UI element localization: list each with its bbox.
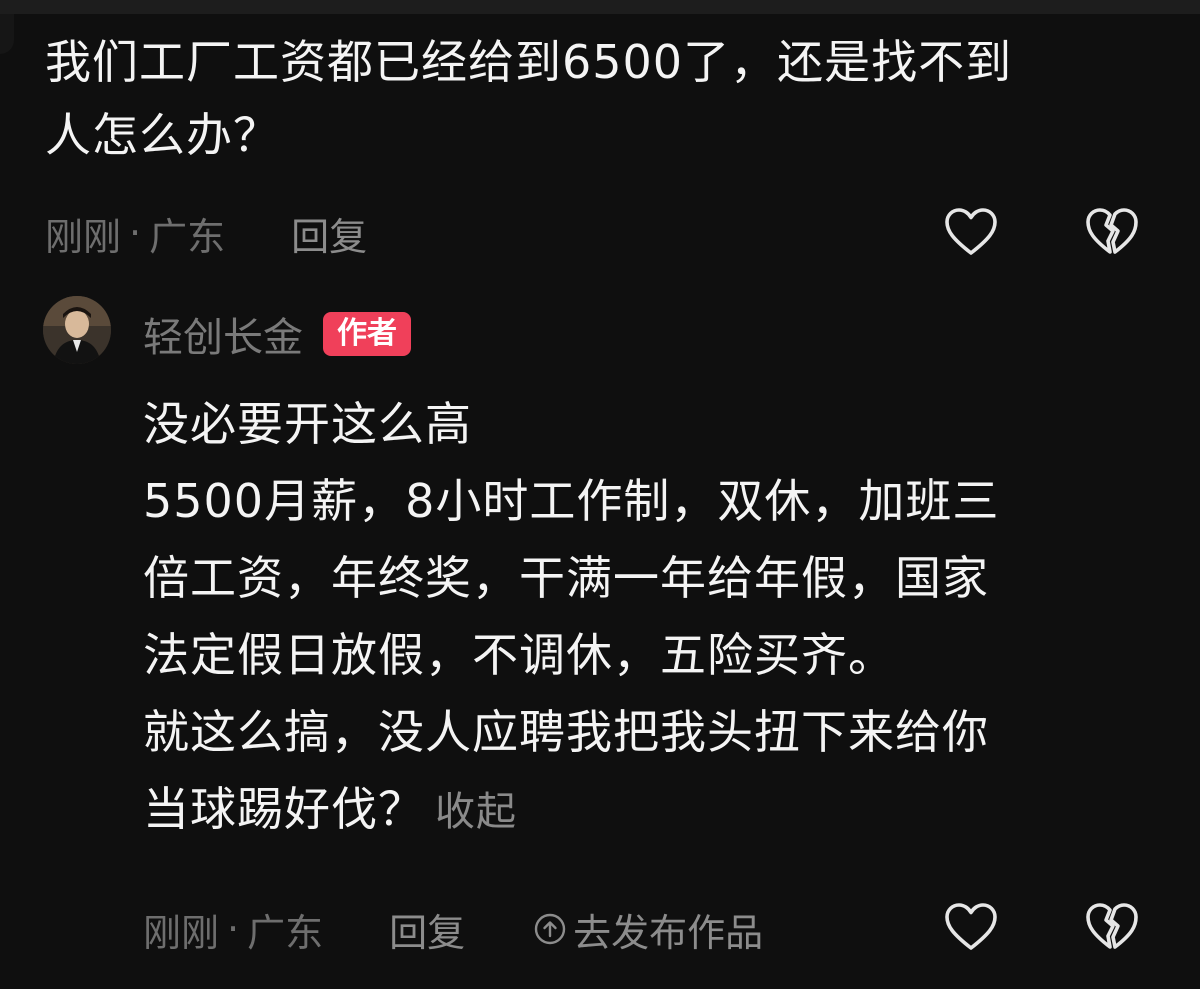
heart-outline-icon[interactable] [943, 205, 999, 261]
broken-heart-icon[interactable] [1084, 900, 1140, 956]
collapse-button[interactable]: 收起 [435, 789, 517, 835]
reply-reply-button[interactable]: 回复 [389, 902, 465, 957]
corner-decoration [0, 14, 14, 54]
top-status-bar [0, 0, 1200, 14]
author-badge: 作者 [323, 312, 411, 356]
reply-text-line: 倍工资，年终奖，干满一年给年假，国家 [143, 551, 989, 605]
comment-text-line: 人怎么办？ [45, 108, 280, 162]
reply-location: 广东 [247, 910, 324, 955]
meta-separator: · [227, 907, 240, 951]
comment-time: 刚刚 [45, 214, 122, 259]
comment-text: 我们工厂工资都已经给到6500了，还是找不到 人怎么办？ [45, 26, 1155, 172]
comment-text-line: 我们工厂工资都已经给到6500了，还是找不到 [45, 35, 1013, 89]
reply-text-last-line: 当球踢好伐？ 收起 [143, 771, 1133, 851]
reply-username[interactable]: 轻创长金 [143, 305, 303, 363]
publish-label: 去发布作品 [573, 910, 764, 955]
reply-text-line: 当球踢好伐？ [143, 782, 425, 836]
comment-meta: 刚刚 · 广东 回复 [45, 206, 367, 261]
heart-outline-icon[interactable] [943, 900, 999, 956]
comment-reply-button[interactable]: 回复 [291, 206, 367, 261]
avatar[interactable] [43, 296, 111, 364]
reply-text: 没必要开这么高 5500月薪，8小时工作制，双休，加班三 倍工资，年终奖，干满一… [143, 386, 1133, 851]
reply-text-line: 没必要开这么高 [143, 397, 472, 451]
publish-button[interactable]: 去发布作品 [533, 902, 763, 957]
broken-heart-icon[interactable] [1084, 205, 1140, 261]
reply-text-line: 就这么搞，没人应聘我把我头扭下来给你 [143, 705, 989, 759]
meta-separator: · [129, 211, 142, 255]
reply-meta: 刚刚 · 广东 回复 去发布作品 [143, 902, 763, 957]
comment-location: 广东 [149, 214, 226, 259]
reply-text-line: 5500月薪，8小时工作制，双休，加班三 [143, 474, 1000, 528]
reply-text-line: 法定假日放假，不调休，五险买齐。 [143, 628, 895, 682]
reply-header: 轻创长金 作者 [143, 306, 411, 362]
reply-time: 刚刚 [143, 910, 220, 955]
upload-circle-icon [533, 912, 567, 946]
